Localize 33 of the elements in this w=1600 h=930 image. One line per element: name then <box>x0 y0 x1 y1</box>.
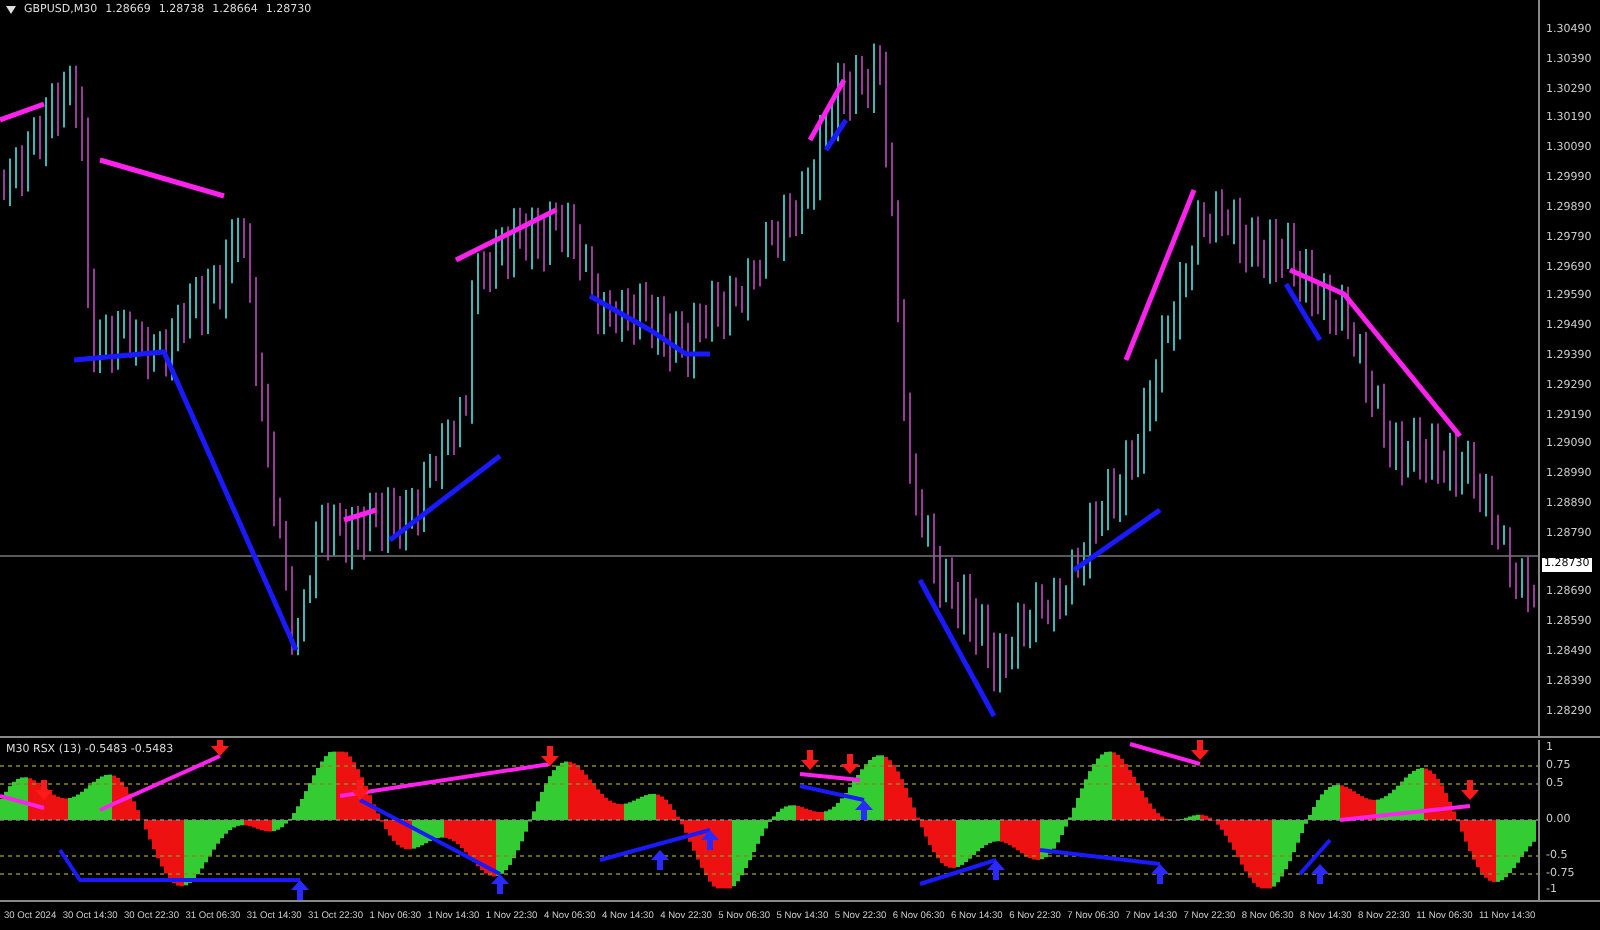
down-arrow-icon <box>541 746 559 766</box>
trend-line <box>0 101 45 123</box>
up-arrow-icon <box>855 800 873 820</box>
up-arrow-icon <box>291 880 309 900</box>
trend-line <box>588 293 710 357</box>
down-arrow-icon <box>1191 740 1209 760</box>
up-arrow-icon <box>651 850 669 870</box>
up-arrow-icon <box>491 874 509 894</box>
down-arrow-icon <box>841 754 859 774</box>
trend-line <box>0 794 45 810</box>
trend-line <box>1339 804 1471 822</box>
up-arrow-icon <box>1151 864 1169 884</box>
up-arrow-icon <box>701 830 719 850</box>
trend-line <box>1039 848 1161 866</box>
trend-line <box>599 828 711 862</box>
trend-line <box>99 754 221 812</box>
trend-line <box>1298 838 1332 876</box>
up-arrow-icon <box>1311 864 1329 884</box>
trend-line <box>343 507 377 523</box>
trend-line <box>919 858 997 886</box>
trend-line <box>1129 742 1201 766</box>
trend-line <box>917 578 997 718</box>
down-arrow-icon <box>351 780 369 800</box>
trend-line <box>454 207 558 263</box>
down-arrow-icon <box>1461 780 1479 800</box>
down-arrow-icon <box>801 750 819 770</box>
down-arrow-icon <box>35 780 53 800</box>
trend-line <box>388 454 502 542</box>
dropdown-icon[interactable] <box>6 6 16 14</box>
trend-line <box>99 157 225 199</box>
up-arrow-icon <box>987 860 1005 880</box>
trend-line <box>1072 507 1162 573</box>
down-arrow-icon <box>211 740 229 756</box>
